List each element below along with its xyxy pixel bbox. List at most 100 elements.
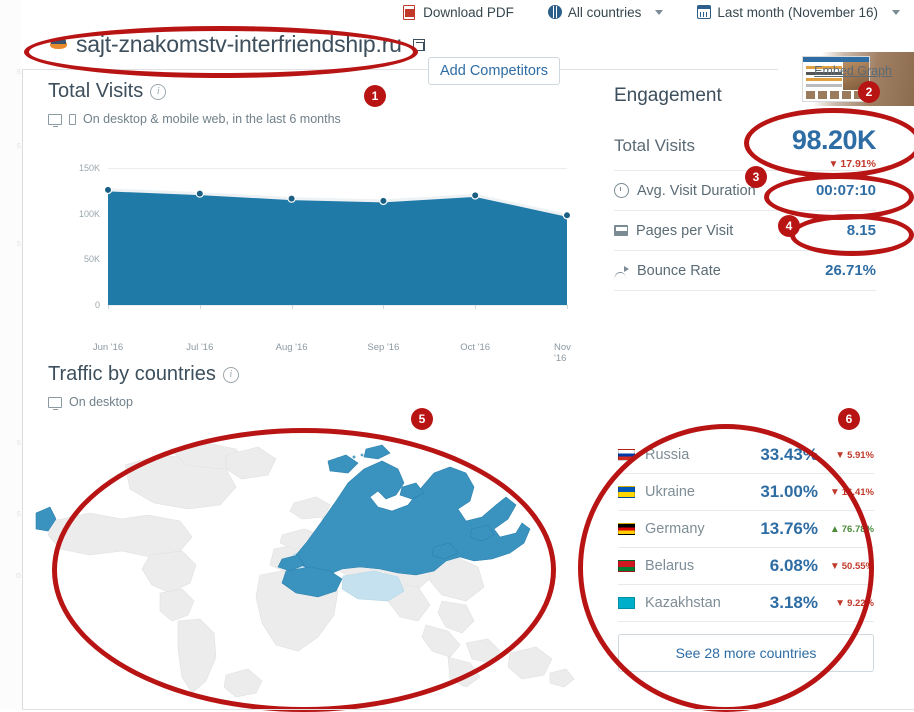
calendar-icon <box>697 5 712 19</box>
engagement-row-value: 8.15 <box>846 222 876 239</box>
rail-ghost-text: o <box>15 570 21 580</box>
traffic-by-countries-note: On desktop <box>48 395 588 410</box>
chevron-down-icon <box>892 9 900 15</box>
chevron-down-icon <box>655 9 664 15</box>
world-map[interactable] <box>30 425 602 705</box>
country-row[interactable]: Germany 13.76% ▲ 76.78% <box>618 511 874 548</box>
total-visits-note: On desktop & mobile web, in the last 6 m… <box>48 112 588 127</box>
country-change-value: 50.55% <box>841 560 874 572</box>
rail-ghost-text: s <box>16 437 22 447</box>
engagement-row-avg-visit-duration: Avg. Visit Duration 00:07:10 <box>614 170 876 210</box>
country-change-indicator: ▲ 76.78% <box>818 524 874 535</box>
info-icon[interactable]: i <box>150 83 167 100</box>
chart-data-point[interactable] <box>379 196 388 206</box>
country-share-value: 3.18% <box>769 593 818 612</box>
embed-graph-link[interactable]: Embed Graph <box>814 64 892 78</box>
date-filter-dropdown[interactable]: Last month (November 16) <box>697 5 900 20</box>
country-change-value: 16.41% <box>841 486 874 498</box>
country-name: Belarus <box>645 558 695 574</box>
engagement-row-bounce-rate: Bounce Rate 26.71% <box>614 250 876 290</box>
engagement-panel-divider <box>614 290 876 291</box>
rail-ghost-text: s <box>16 238 22 248</box>
chart-x-tick <box>475 305 477 309</box>
total-visits-section: Total Visits i On desktop & mobile web, … <box>48 80 588 127</box>
chart-area-fill <box>108 189 567 305</box>
pdf-icon <box>403 4 417 20</box>
engagement-title: Engagement <box>614 85 722 106</box>
arrow-down-icon: ▼ <box>835 597 846 609</box>
country-name: Ukraine <box>645 484 695 500</box>
total-visits-note-text: On desktop & mobile web, in the last 6 m… <box>83 112 341 126</box>
traffic-by-countries-heading: Traffic by countries i <box>48 363 588 386</box>
engagement-total-visits-delta: ▼ 17.91% <box>792 158 876 170</box>
country-share-value: 31.00% <box>760 482 818 501</box>
chart-x-axis-label: Sep '16 <box>367 342 400 353</box>
flag-germany-icon <box>618 523 635 535</box>
country-change-indicator: ▼ 50.55% <box>818 561 874 572</box>
engagement-total-visits-row: Total Visits 98.20K ▼ 17.91% <box>614 125 877 170</box>
country-row[interactable]: Russia 33.43% ▼ 5.91% <box>618 437 874 474</box>
download-pdf-button[interactable]: Download PDF <box>403 4 514 20</box>
country-filter-dropdown[interactable]: All countries <box>547 4 664 20</box>
top-toolbar: Download PDF All countries Last month (N… <box>22 0 914 24</box>
engagement-total-visits-delta-value: 17.91% <box>840 158 876 170</box>
country-change-indicator: ▼ 9.22% <box>818 598 874 609</box>
engagement-row-label: Avg. Visit Duration <box>637 182 756 199</box>
rail-ghost-text: s <box>16 508 22 518</box>
arrow-down-icon: ▼ <box>829 560 840 572</box>
date-filter-label: Last month (November 16) <box>717 4 878 20</box>
info-icon[interactable]: i <box>222 366 239 383</box>
country-change-indicator: ▼ 16.41% <box>818 487 874 498</box>
country-row[interactable]: Ukraine 31.00% ▼ 16.41% <box>618 474 874 511</box>
engagement-row-label: Pages per Visit <box>636 222 734 239</box>
country-change-indicator: ▼ 5.91% <box>818 450 874 461</box>
world-map-svg <box>35 442 575 698</box>
country-name: Russia <box>645 447 690 463</box>
chart-x-axis-label: Oct '16 <box>460 342 491 353</box>
site-url-row[interactable]: sajt-znakomstv-interfriendship.ru <box>50 31 425 58</box>
traffic-by-countries-title: Traffic by countries <box>48 363 216 385</box>
chart-x-tick <box>108 305 109 309</box>
country-row[interactable]: Kazakhstan 3.18% ▼ 9.22% <box>618 585 874 622</box>
chart-data-point[interactable] <box>103 185 113 195</box>
arrow-up-icon: ▲ <box>829 523 840 535</box>
clock-icon <box>614 183 629 198</box>
chart-x-axis-label: Jul '16 <box>186 342 214 353</box>
engagement-total-visits-label: Total Visits <box>614 136 695 155</box>
country-row[interactable]: Belarus 6.08% ▼ 50.55% <box>618 548 874 585</box>
chart-x-tick <box>567 305 568 309</box>
desktop-icon <box>48 396 62 410</box>
country-share-value: 13.76% <box>760 519 818 538</box>
desktop-icon <box>48 113 62 127</box>
engagement-row-value: 00:07:10 <box>815 182 876 199</box>
flag-russia-icon <box>618 449 635 461</box>
engagement-total-visits-value: 98.20K <box>791 125 877 155</box>
chart-data-point[interactable] <box>562 211 572 220</box>
see-more-countries-button[interactable]: See 28 more countries <box>618 634 874 672</box>
chart-x-tick <box>291 305 293 309</box>
total-visits-chart: 0 50K 100K 150K Jun '16 Jul '16 Aug '16 Sep '1… <box>48 160 593 364</box>
chart-data-point[interactable] <box>287 194 296 203</box>
site-url[interactable]: sajt-znakomstv-interfriendship.ru <box>76 31 402 58</box>
country-name: Germany <box>645 521 705 537</box>
flag-kazakhstan-icon <box>618 597 635 609</box>
total-visits-title: Total Visits <box>48 80 144 102</box>
chart-x-tick <box>383 305 385 309</box>
chart-data-point[interactable] <box>195 189 204 198</box>
engagement-panel: Engagement Total Visits 98.20K ▼ 17.91% A… <box>614 85 877 291</box>
annotation-badge-6: 6 <box>838 408 860 430</box>
download-pdf-label: Download PDF <box>423 4 514 20</box>
chart-area-plot <box>103 185 572 305</box>
country-filter-label: All countries <box>567 4 642 20</box>
country-change-value: 5.91% <box>847 449 874 461</box>
country-share-value: 33.43% <box>760 445 818 464</box>
country-change-value: 9.22% <box>847 597 874 609</box>
site-header: sajt-znakomstv-interfriendship.ru Add Co… <box>22 24 914 106</box>
engagement-row-value: 26.71% <box>825 262 876 279</box>
chart-data-point[interactable] <box>471 191 480 200</box>
countries-list: Russia 33.43% ▼ 5.91% Ukraine 31.00% ▼ 16.41% Ge… <box>618 437 874 672</box>
pages-icon <box>614 225 628 236</box>
external-link-icon[interactable] <box>412 38 425 51</box>
flag-ukraine-icon <box>618 486 635 498</box>
country-name: Kazakhstan <box>645 595 721 611</box>
